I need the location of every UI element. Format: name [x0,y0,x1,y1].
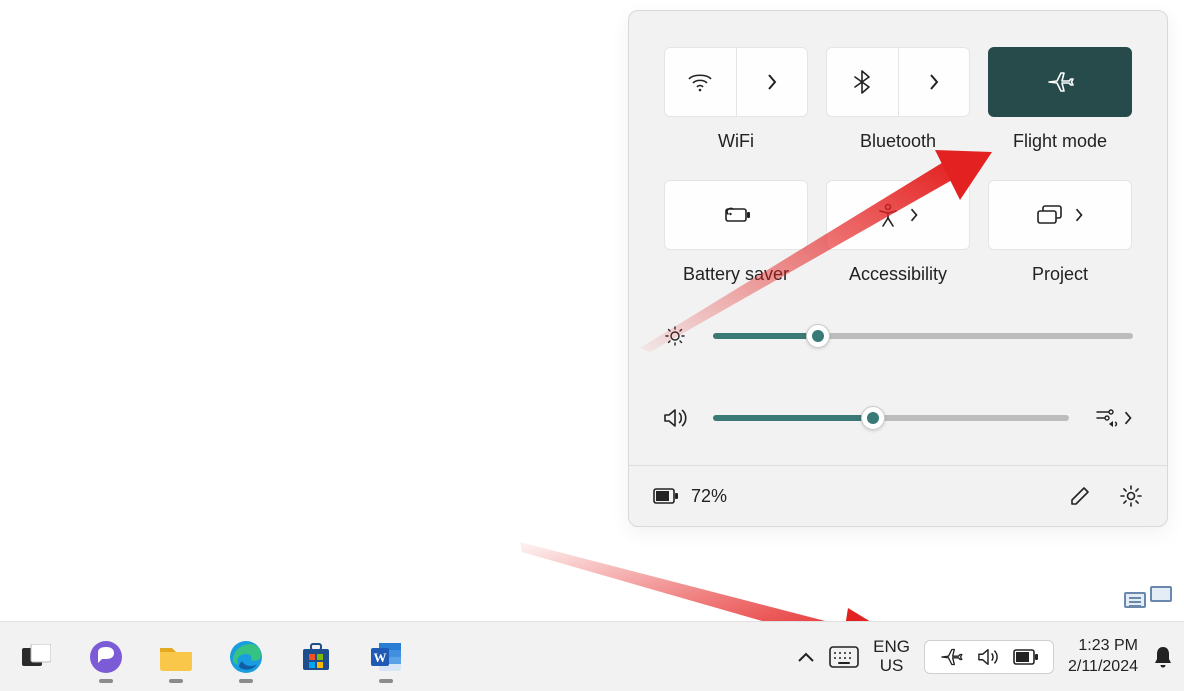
corner-mark-1 [1124,592,1146,608]
quick-settings-footer: 72% [629,465,1167,526]
tile-bluetooth-label: Bluetooth [860,131,936,152]
brightness-icon [663,325,687,347]
tile-wifi-label: WiFi [718,131,754,152]
tile-accessibility-label: Accessibility [849,264,947,285]
clock-button[interactable]: 1:23 PM 2/11/2024 [1068,636,1138,678]
system-tray-pill[interactable] [924,640,1054,674]
chat-icon [89,640,123,674]
tile-battery-saver-label: Battery saver [683,264,789,285]
tile-wrap-battery-saver: Battery saver [663,180,809,285]
task-view-icon [21,644,51,670]
chevron-right-icon [1123,410,1133,426]
volume-thumb[interactable] [861,406,885,430]
chevron-right-icon [928,73,940,91]
project-icon [1036,205,1064,225]
chevron-up-icon [797,651,815,663]
battery-icon [653,488,679,504]
language-bottom: US [873,657,910,676]
svg-text:W: W [374,650,387,665]
folder-icon [158,642,194,672]
airplane-icon [1046,70,1074,94]
tile-accessibility[interactable] [826,180,970,250]
tile-battery-saver-toggle[interactable] [665,181,807,249]
tile-wrap-wifi: WiFi [663,47,809,152]
tile-flight-mode-toggle[interactable] [989,48,1131,116]
tile-bluetooth-expand[interactable] [899,48,970,116]
tile-wrap-accessibility: Accessibility [825,180,971,285]
word-button[interactable]: W [366,637,406,677]
gear-icon [1119,484,1143,508]
tile-project-toggle-expand[interactable] [989,181,1131,249]
wifi-icon [687,72,713,92]
tile-wrap-flight-mode: Flight mode [987,47,1133,152]
tile-project-label: Project [1032,264,1088,285]
battery-percent-text: 72% [691,486,727,507]
quick-settings-panel: WiFi Bluetooth [628,10,1168,527]
keyboard-icon [829,646,859,668]
teams-chat-button[interactable] [86,637,126,677]
airplane-icon [939,647,963,667]
tile-battery-saver[interactable] [664,180,808,250]
volume-fill [713,415,873,421]
battery-status[interactable]: 72% [653,486,727,507]
language-top: ENG [873,638,910,657]
chevron-right-icon [909,207,919,223]
quick-settings-sliders [663,285,1133,429]
word-icon: W [369,641,403,673]
volume-slider[interactable] [713,415,1069,421]
tile-wrap-project: Project [987,180,1133,285]
show-hidden-icons-button[interactable] [797,651,815,663]
tile-flight-mode[interactable] [988,47,1132,117]
accessibility-icon [877,203,899,227]
tile-flight-mode-label: Flight mode [1013,131,1107,152]
language-switcher[interactable]: ENG US [873,638,910,675]
corner-mark-2 [1150,586,1172,602]
edge-icon [229,640,263,674]
bell-icon [1152,645,1174,669]
quick-settings-body: WiFi Bluetooth [629,11,1167,465]
speaker-icon [663,407,687,429]
clock-time: 1:23 PM [1068,636,1138,657]
taskbar-systray: ENG US 1:23 PM 2/11/2024 [797,636,1174,678]
edit-button[interactable] [1069,485,1091,507]
brightness-fill [713,333,818,339]
file-explorer-button[interactable] [156,637,196,677]
battery-icon [1013,649,1039,665]
volume-row [663,407,1133,429]
tile-bluetooth-toggle[interactable] [827,48,899,116]
task-view-button[interactable] [16,637,56,677]
settings-button[interactable] [1119,484,1143,508]
brightness-slider[interactable] [713,333,1133,339]
tile-accessibility-toggle-expand[interactable] [827,181,969,249]
speaker-icon [977,647,999,667]
battery-saver-icon [721,205,751,225]
brightness-thumb[interactable] [806,324,830,348]
chevron-right-icon [1074,207,1084,223]
notifications-button[interactable] [1152,645,1174,669]
corner-window-marks [1124,592,1172,608]
taskbar-pinned: W [16,637,406,677]
tile-wifi-toggle[interactable] [665,48,737,116]
microsoft-store-button[interactable] [296,637,336,677]
store-icon [300,641,332,673]
edge-button[interactable] [226,637,266,677]
tile-bluetooth[interactable] [826,47,970,117]
taskbar: W ENG US [0,621,1184,691]
audio-output-button[interactable] [1095,408,1133,428]
bluetooth-icon [854,70,870,94]
chevron-right-icon [766,73,778,91]
touch-keyboard-button[interactable] [829,646,859,668]
brightness-row [663,325,1133,347]
audio-settings-icon [1095,408,1119,428]
pencil-icon [1069,485,1091,507]
clock-date: 2/11/2024 [1068,657,1138,678]
footer-actions [1069,484,1143,508]
tile-wifi[interactable] [664,47,808,117]
tile-project[interactable] [988,180,1132,250]
quick-settings-grid: WiFi Bluetooth [663,47,1133,285]
tile-wifi-expand[interactable] [737,48,808,116]
tile-wrap-bluetooth: Bluetooth [825,47,971,152]
